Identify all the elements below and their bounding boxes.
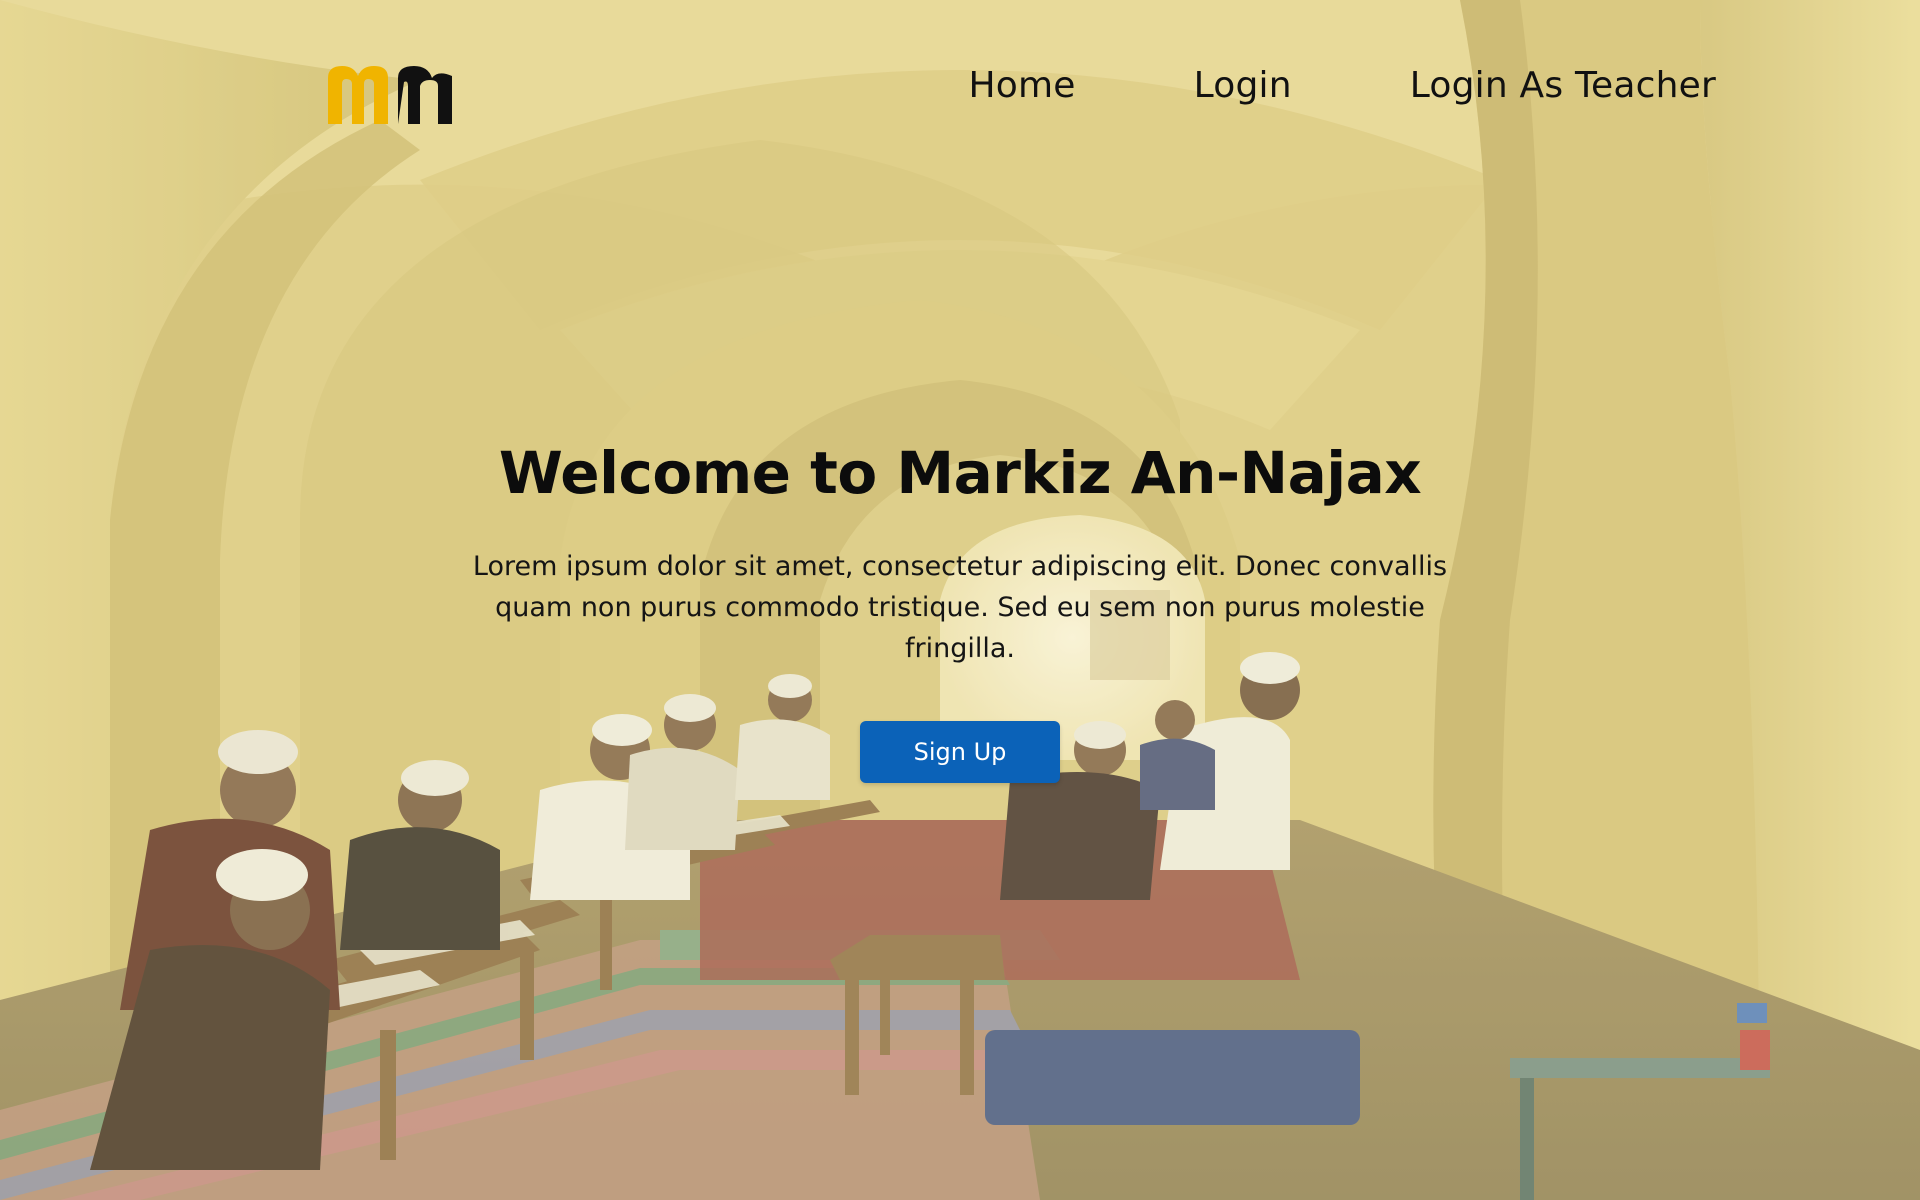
hero-description: Lorem ipsum dolor sit amet, consectetur … [472,551,1448,664]
hero-section: Welcome to Markiz An-Najax Lorem ipsum d… [0,430,1920,783]
main-nav: Home Login Login As Teacher [969,62,1716,110]
site-header: Home Login Login As Teacher [0,0,1920,180]
sign-up-button[interactable]: Sign Up [860,721,1060,783]
brand-logo[interactable] [328,64,452,124]
logo-mn-icon [328,66,452,124]
nav-login-teacher-link[interactable]: Login As Teacher [1410,62,1716,110]
nav-login-link[interactable]: Login [1194,62,1292,110]
nav-home-link[interactable]: Home [969,62,1076,110]
hero-title: Welcome to Markiz An-Najax [498,439,1422,507]
